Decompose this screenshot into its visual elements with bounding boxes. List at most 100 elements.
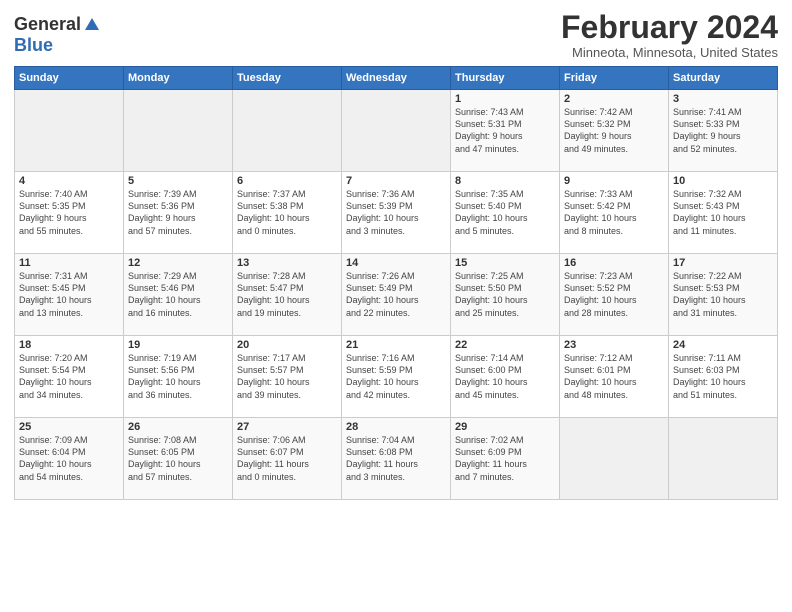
- day-number: 15: [455, 257, 555, 269]
- day-info: Sunrise: 7:22 AM Sunset: 5:53 PM Dayligh…: [673, 270, 773, 319]
- day-number: 24: [673, 339, 773, 351]
- calendar-cell: [233, 90, 342, 172]
- day-info: Sunrise: 7:36 AM Sunset: 5:39 PM Dayligh…: [346, 188, 446, 237]
- logo-blue: Blue: [14, 35, 53, 55]
- day-info: Sunrise: 7:29 AM Sunset: 5:46 PM Dayligh…: [128, 270, 228, 319]
- day-info: Sunrise: 7:33 AM Sunset: 5:42 PM Dayligh…: [564, 188, 664, 237]
- day-header-sunday: Sunday: [15, 67, 124, 90]
- day-number: 9: [564, 175, 664, 187]
- day-number: 4: [19, 175, 119, 187]
- day-number: 29: [455, 421, 555, 433]
- calendar-cell: 20Sunrise: 7:17 AM Sunset: 5:57 PM Dayli…: [233, 336, 342, 418]
- day-number: 3: [673, 93, 773, 105]
- day-info: Sunrise: 7:39 AM Sunset: 5:36 PM Dayligh…: [128, 188, 228, 237]
- day-number: 12: [128, 257, 228, 269]
- day-info: Sunrise: 7:17 AM Sunset: 5:57 PM Dayligh…: [237, 352, 337, 401]
- calendar-cell: 3Sunrise: 7:41 AM Sunset: 5:33 PM Daylig…: [669, 90, 778, 172]
- calendar-cell: 12Sunrise: 7:29 AM Sunset: 5:46 PM Dayli…: [124, 254, 233, 336]
- title-block: February 2024 Minneota, Minnesota, Unite…: [561, 10, 778, 60]
- day-info: Sunrise: 7:11 AM Sunset: 6:03 PM Dayligh…: [673, 352, 773, 401]
- calendar-cell: 24Sunrise: 7:11 AM Sunset: 6:03 PM Dayli…: [669, 336, 778, 418]
- calendar-cell: 8Sunrise: 7:35 AM Sunset: 5:40 PM Daylig…: [451, 172, 560, 254]
- calendar-cell: 1Sunrise: 7:43 AM Sunset: 5:31 PM Daylig…: [451, 90, 560, 172]
- day-number: 27: [237, 421, 337, 433]
- day-number: 26: [128, 421, 228, 433]
- day-info: Sunrise: 7:43 AM Sunset: 5:31 PM Dayligh…: [455, 106, 555, 155]
- calendar-cell: 6Sunrise: 7:37 AM Sunset: 5:38 PM Daylig…: [233, 172, 342, 254]
- day-header-saturday: Saturday: [669, 67, 778, 90]
- calendar-cell: 13Sunrise: 7:28 AM Sunset: 5:47 PM Dayli…: [233, 254, 342, 336]
- day-info: Sunrise: 7:16 AM Sunset: 5:59 PM Dayligh…: [346, 352, 446, 401]
- day-info: Sunrise: 7:35 AM Sunset: 5:40 PM Dayligh…: [455, 188, 555, 237]
- day-number: 11: [19, 257, 119, 269]
- calendar-cell: [669, 418, 778, 500]
- day-number: 5: [128, 175, 228, 187]
- calendar-cell: 4Sunrise: 7:40 AM Sunset: 5:35 PM Daylig…: [15, 172, 124, 254]
- logo-icon: [83, 16, 101, 34]
- calendar-cell: 5Sunrise: 7:39 AM Sunset: 5:36 PM Daylig…: [124, 172, 233, 254]
- day-number: 16: [564, 257, 664, 269]
- day-number: 6: [237, 175, 337, 187]
- day-info: Sunrise: 7:40 AM Sunset: 5:35 PM Dayligh…: [19, 188, 119, 237]
- day-number: 28: [346, 421, 446, 433]
- day-info: Sunrise: 7:31 AM Sunset: 5:45 PM Dayligh…: [19, 270, 119, 319]
- calendar-cell: 15Sunrise: 7:25 AM Sunset: 5:50 PM Dayli…: [451, 254, 560, 336]
- calendar-cell: 14Sunrise: 7:26 AM Sunset: 5:49 PM Dayli…: [342, 254, 451, 336]
- day-info: Sunrise: 7:08 AM Sunset: 6:05 PM Dayligh…: [128, 434, 228, 483]
- day-info: Sunrise: 7:19 AM Sunset: 5:56 PM Dayligh…: [128, 352, 228, 401]
- day-info: Sunrise: 7:04 AM Sunset: 6:08 PM Dayligh…: [346, 434, 446, 483]
- day-number: 8: [455, 175, 555, 187]
- day-number: 10: [673, 175, 773, 187]
- day-number: 23: [564, 339, 664, 351]
- calendar-cell: 22Sunrise: 7:14 AM Sunset: 6:00 PM Dayli…: [451, 336, 560, 418]
- calendar-cell: 16Sunrise: 7:23 AM Sunset: 5:52 PM Dayli…: [560, 254, 669, 336]
- day-info: Sunrise: 7:37 AM Sunset: 5:38 PM Dayligh…: [237, 188, 337, 237]
- calendar-cell: 23Sunrise: 7:12 AM Sunset: 6:01 PM Dayli…: [560, 336, 669, 418]
- calendar-week-row: 1Sunrise: 7:43 AM Sunset: 5:31 PM Daylig…: [15, 90, 778, 172]
- calendar-cell: 10Sunrise: 7:32 AM Sunset: 5:43 PM Dayli…: [669, 172, 778, 254]
- day-number: 17: [673, 257, 773, 269]
- calendar-cell: 7Sunrise: 7:36 AM Sunset: 5:39 PM Daylig…: [342, 172, 451, 254]
- day-info: Sunrise: 7:41 AM Sunset: 5:33 PM Dayligh…: [673, 106, 773, 155]
- day-header-friday: Friday: [560, 67, 669, 90]
- logo-text: General Blue: [14, 14, 101, 56]
- calendar-cell: [342, 90, 451, 172]
- calendar-cell: 9Sunrise: 7:33 AM Sunset: 5:42 PM Daylig…: [560, 172, 669, 254]
- main-title: February 2024: [561, 10, 778, 45]
- day-number: 21: [346, 339, 446, 351]
- header-row: General Blue February 2024 Minneota, Min…: [14, 10, 778, 60]
- logo: General Blue: [14, 14, 101, 56]
- day-info: Sunrise: 7:12 AM Sunset: 6:01 PM Dayligh…: [564, 352, 664, 401]
- calendar-cell: 27Sunrise: 7:06 AM Sunset: 6:07 PM Dayli…: [233, 418, 342, 500]
- calendar-cell: 29Sunrise: 7:02 AM Sunset: 6:09 PM Dayli…: [451, 418, 560, 500]
- day-number: 25: [19, 421, 119, 433]
- day-header-tuesday: Tuesday: [233, 67, 342, 90]
- day-number: 2: [564, 93, 664, 105]
- calendar-header-row: SundayMondayTuesdayWednesdayThursdayFrid…: [15, 67, 778, 90]
- day-number: 20: [237, 339, 337, 351]
- calendar-cell: [15, 90, 124, 172]
- day-header-monday: Monday: [124, 67, 233, 90]
- day-number: 22: [455, 339, 555, 351]
- day-info: Sunrise: 7:32 AM Sunset: 5:43 PM Dayligh…: [673, 188, 773, 237]
- calendar-week-row: 25Sunrise: 7:09 AM Sunset: 6:04 PM Dayli…: [15, 418, 778, 500]
- calendar-cell: 26Sunrise: 7:08 AM Sunset: 6:05 PM Dayli…: [124, 418, 233, 500]
- day-info: Sunrise: 7:26 AM Sunset: 5:49 PM Dayligh…: [346, 270, 446, 319]
- day-number: 14: [346, 257, 446, 269]
- day-header-wednesday: Wednesday: [342, 67, 451, 90]
- logo-general: General: [14, 14, 81, 35]
- calendar-cell: [560, 418, 669, 500]
- calendar-container: General Blue February 2024 Minneota, Min…: [0, 0, 792, 508]
- day-info: Sunrise: 7:06 AM Sunset: 6:07 PM Dayligh…: [237, 434, 337, 483]
- day-info: Sunrise: 7:14 AM Sunset: 6:00 PM Dayligh…: [455, 352, 555, 401]
- day-number: 19: [128, 339, 228, 351]
- calendar-cell: 18Sunrise: 7:20 AM Sunset: 5:54 PM Dayli…: [15, 336, 124, 418]
- calendar-cell: 25Sunrise: 7:09 AM Sunset: 6:04 PM Dayli…: [15, 418, 124, 500]
- day-number: 7: [346, 175, 446, 187]
- calendar-week-row: 4Sunrise: 7:40 AM Sunset: 5:35 PM Daylig…: [15, 172, 778, 254]
- day-info: Sunrise: 7:28 AM Sunset: 5:47 PM Dayligh…: [237, 270, 337, 319]
- calendar-cell: [124, 90, 233, 172]
- day-header-thursday: Thursday: [451, 67, 560, 90]
- subtitle: Minneota, Minnesota, United States: [561, 45, 778, 60]
- day-number: 1: [455, 93, 555, 105]
